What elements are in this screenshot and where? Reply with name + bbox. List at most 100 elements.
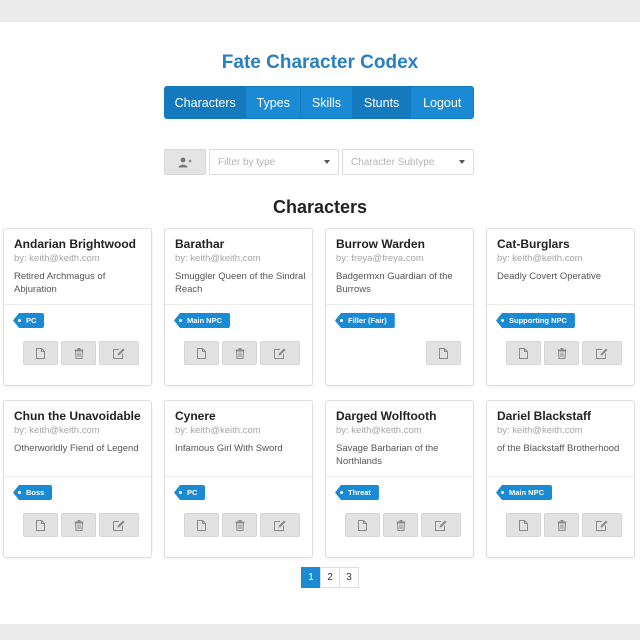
nav-characters[interactable]: Characters <box>165 87 247 118</box>
character-description: of the Blackstaff Brotherhood <box>497 443 620 454</box>
card-divider <box>165 476 312 477</box>
nav-skills[interactable]: Skills <box>301 87 353 118</box>
view-button[interactable] <box>345 513 380 537</box>
character-type-tag: Main NPC <box>496 485 553 500</box>
card-divider <box>165 304 312 305</box>
edit-icon <box>596 520 608 531</box>
character-type-tag: Boss <box>13 485 53 500</box>
character-description: Savage Barbarian of the Northlands <box>336 443 439 467</box>
character-type-tag: Main NPC <box>174 313 231 328</box>
character-name[interactable]: Burrow Warden <box>336 237 425 251</box>
edit-button[interactable] <box>260 341 300 365</box>
file-icon <box>197 519 206 531</box>
subtype-filter-select[interactable]: Character Subtype <box>342 149 474 175</box>
trash-icon <box>557 347 566 359</box>
card-actions <box>426 341 461 365</box>
delete-button[interactable] <box>222 513 257 537</box>
character-card: Dariel Blackstaff by: keith@keith.com of… <box>486 400 635 558</box>
file-icon <box>36 347 45 359</box>
delete-button[interactable] <box>544 341 579 365</box>
card-divider <box>326 476 473 477</box>
character-description: Otherworldly Fiend of Legend <box>14 443 139 454</box>
view-button[interactable] <box>184 341 219 365</box>
bottom-bar <box>0 624 640 640</box>
pagination: 1 2 3 <box>301 567 359 588</box>
view-button[interactable] <box>506 341 541 365</box>
nav-types[interactable]: Types <box>246 87 302 118</box>
view-button[interactable] <box>426 341 461 365</box>
edit-button[interactable] <box>99 513 139 537</box>
character-name[interactable]: Dariel Blackstaff <box>497 409 591 423</box>
trash-icon <box>74 347 83 359</box>
character-name[interactable]: Cynere <box>175 409 216 423</box>
tag-dot-icon <box>179 491 182 494</box>
tag-dot-icon <box>340 491 343 494</box>
character-type-tag: Filler (Fair) <box>335 313 395 328</box>
edit-icon <box>274 520 286 531</box>
card-divider <box>326 304 473 305</box>
character-name[interactable]: Andarian Brightwood <box>14 237 136 251</box>
character-card: Chun the Unavoidable by: keith@keith.com… <box>3 400 152 558</box>
chevron-down-icon <box>324 160 330 164</box>
app-title: Fate Character Codex <box>221 52 419 73</box>
character-type-tag: PC <box>174 485 206 500</box>
edit-button[interactable] <box>582 341 622 365</box>
add-character-button[interactable] <box>164 149 206 175</box>
tag-label: PC <box>187 488 198 497</box>
filter-bar: Filter by type Character Subtype <box>164 149 474 175</box>
page-button-2[interactable]: 2 <box>320 567 340 588</box>
character-card: Burrow Warden by: freya@freya.com Badger… <box>325 228 474 386</box>
edit-button[interactable] <box>421 513 461 537</box>
file-icon <box>519 347 528 359</box>
edit-button[interactable] <box>99 341 139 365</box>
delete-button[interactable] <box>61 513 96 537</box>
edit-button[interactable] <box>582 513 622 537</box>
page-button-3[interactable]: 3 <box>339 567 359 588</box>
subtype-filter-placeholder: Character Subtype <box>351 156 435 168</box>
character-card: Cat-Burglars by: keith@keith.com Deadly … <box>486 228 635 386</box>
card-actions <box>345 513 461 537</box>
character-author: by: keith@keith.com <box>175 253 261 264</box>
card-divider <box>4 304 151 305</box>
file-icon <box>519 519 528 531</box>
character-name[interactable]: Barathar <box>175 237 224 251</box>
page-button-1[interactable]: 1 <box>301 567 321 588</box>
character-card: Barathar by: keith@keith.com Smuggler Qu… <box>164 228 313 386</box>
character-name[interactable]: Chun the Unavoidable <box>14 409 141 423</box>
character-author: by: keith@keith.com <box>175 425 261 436</box>
character-name[interactable]: Darged Wolftooth <box>336 409 436 423</box>
character-grid: Andarian Brightwood by: keith@keith.com … <box>3 228 635 558</box>
file-icon <box>358 519 367 531</box>
trash-icon <box>74 519 83 531</box>
nav-logout[interactable]: Logout <box>411 87 473 118</box>
view-button[interactable] <box>23 513 58 537</box>
view-button[interactable] <box>184 513 219 537</box>
view-button[interactable] <box>23 341 58 365</box>
edit-icon <box>113 348 125 359</box>
character-author: by: keith@keith.com <box>14 425 100 436</box>
type-filter-select[interactable]: Filter by type <box>209 149 339 175</box>
view-button[interactable] <box>506 513 541 537</box>
trash-icon <box>235 347 244 359</box>
user-plus-icon <box>178 157 192 167</box>
delete-button[interactable] <box>222 341 257 365</box>
nav-stunts[interactable]: Stunts <box>352 87 412 118</box>
character-description: Badgermxn Guardian of the Burrows <box>336 271 453 295</box>
character-name[interactable]: Cat-Burglars <box>497 237 570 251</box>
edit-icon <box>596 348 608 359</box>
character-author: by: keith@keith.com <box>497 253 583 264</box>
character-type-tag: PC <box>13 313 45 328</box>
tag-label: Filler (Fair) <box>348 316 387 325</box>
tag-label: Threat <box>348 488 371 497</box>
delete-button[interactable] <box>61 341 96 365</box>
tag-label: PC <box>26 316 37 325</box>
character-type-tag: Supporting NPC <box>496 313 575 328</box>
card-actions <box>506 341 622 365</box>
chevron-down-icon <box>459 160 465 164</box>
edit-button[interactable] <box>260 513 300 537</box>
delete-button[interactable] <box>383 513 418 537</box>
tag-dot-icon <box>501 319 504 322</box>
delete-button[interactable] <box>544 513 579 537</box>
card-actions <box>184 341 300 365</box>
character-description: Retired Archmagus of Abjuration <box>14 271 106 295</box>
